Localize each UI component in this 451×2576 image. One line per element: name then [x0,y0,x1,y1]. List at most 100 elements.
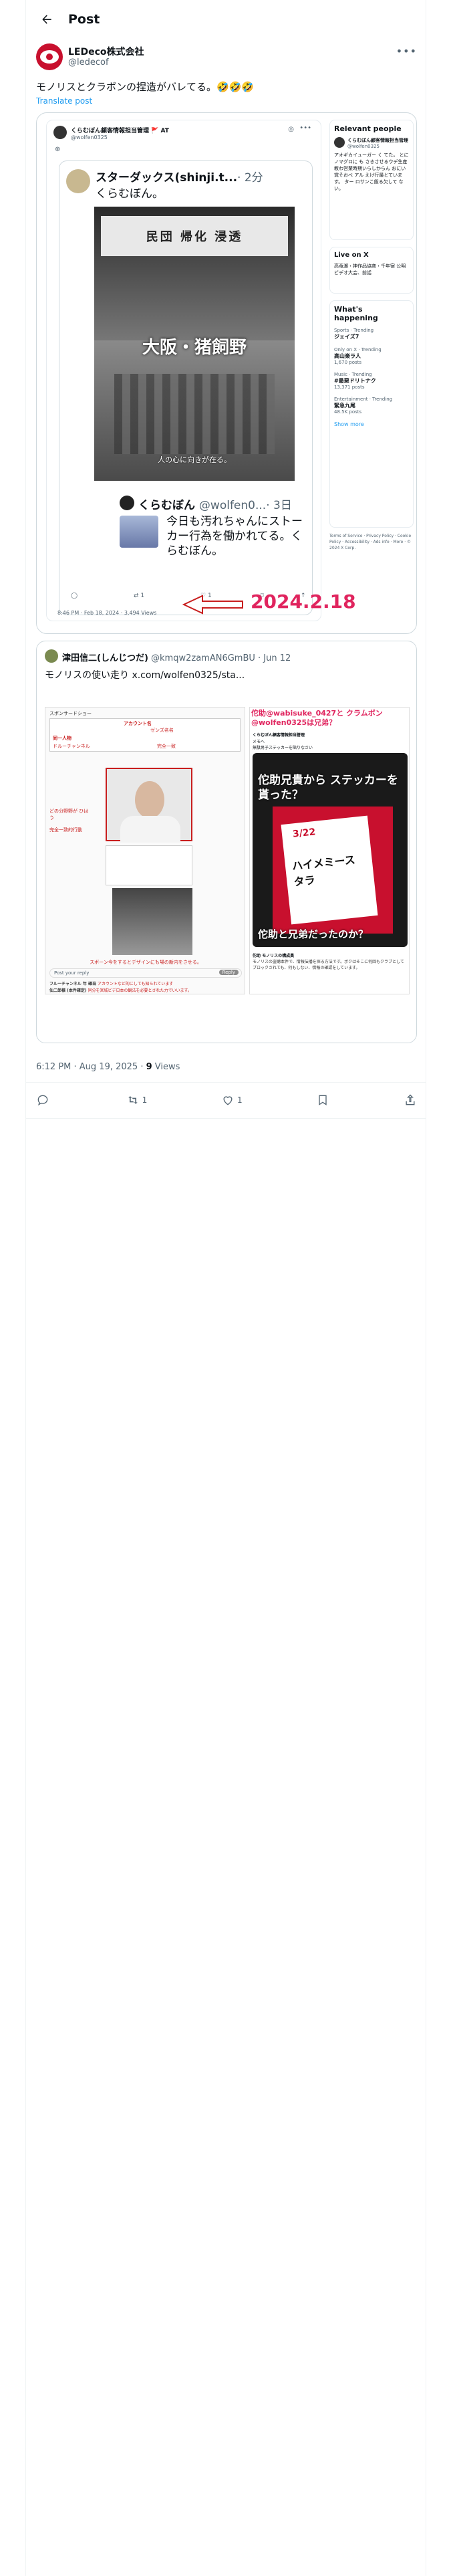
more-icon: ••• [299,124,311,132]
happening-title: What's happening [334,305,378,322]
relevant-bio: アオギカイューガー く てた。 とにノマグロに も さきさせるウデ生産 教わ営業… [334,152,409,191]
repost-icon: ⇄ 1 [134,593,145,599]
bookmark-icon [319,1095,327,1105]
trend-count: 13,371 posts [334,385,365,390]
trend-name: ジェイズ7 [334,334,359,340]
reply-field: Post your reply Reply [49,968,242,978]
repost-button[interactable]: 1 [126,1093,147,1107]
tweet-author: LEDeco株式会社 @ledecof ••• [36,43,417,74]
relevant-handle: @wolfen0325 [347,144,380,149]
grok-icon: ◎ [288,126,294,133]
bookmark-button[interactable] [316,1093,329,1107]
quoted-image-left: スポンサードショー アカウント名 ゼンズ名名 同一人物 ドルーチャンネル 完全一… [45,707,245,994]
show-more-link: Show more [334,421,364,427]
embedded-post-panel: くらむぼん顧客情報担当管理 🚩 AT @wolfen0325 ◎ ••• ⊕ ス… [46,120,321,621]
embedded-label: メモへ [253,740,265,744]
trend-item: Entertainment · Trending 緊急九尾 48.5K post… [334,397,409,415]
embedded-card [106,845,192,885]
quote-text: くらむぼん。 [96,187,164,201]
person-photo [106,768,192,843]
like-button[interactable]: 1 [221,1093,243,1107]
red-arrow-icon [182,595,244,615]
reply-icon [37,1095,48,1106]
reply-icon: ◯ [71,593,78,599]
divider [25,1082,426,1083]
quoted-text: モノリスの使い走り x.com/wolfen0325/sta... [45,670,245,681]
more-icon[interactable]: ••• [396,45,417,58]
repost-icon [128,1096,138,1104]
comment: 仙二郎様 (本件確定) 同分を宮城ビデ日本の観法を必要とされた力でいいます。 [49,988,192,993]
trend-category: Music · Trending [334,372,372,377]
reply-text: 今日も汚れちゃんにストーカー行為を働かれてる。くらむぼん。 [166,515,303,558]
trend-count: 48.5K posts [334,409,362,415]
relevant-people: Relevant people くらむぼん顧客情報担当管理 @wolfen032… [329,120,414,240]
back-arrow-icon[interactable] [36,9,57,30]
trend-item: Sports · Trending ジェイズ7 [334,328,409,340]
post-meta: 6:12 PM · Aug 19, 2025 · 9 Views [36,1062,180,1072]
side-note: 完全一致的行動 [49,827,82,833]
tweet-text: モノリスとクラボンの捏造がバレてる。🤣🤣🤣 [36,81,255,93]
reply-thumbnail [120,516,158,548]
trend-name: 高山楽ラ人 [334,353,361,359]
date-annotation: 2024.2.18 [251,591,356,613]
embedded-author: くらむぼん顧客情報担当管理 🚩 AT [71,128,169,134]
avatar [45,649,58,663]
table-label: アカウント名 [124,721,152,726]
historic-photo: 民団 帰化 浸透 大阪・猪飼野 人の心に向きが在る。 [94,207,295,481]
live-item: 高竜瀬・神作品協商・千年宿 公明ビデオ大会、前話 [334,263,406,276]
relevant-title: Relevant people [334,124,402,133]
side-note: どの分野野が ひはう [49,809,89,821]
avatar [66,169,90,193]
trend-count: 1,670 posts [334,360,362,365]
top-header: Post [25,0,426,39]
table-note: 完全一致 [157,744,176,749]
avatar [334,137,345,148]
avatar [53,126,67,139]
whats-happening: What's happening Sports · Trending ジェイズ7… [329,300,414,528]
photo-sign: 民団 帰化 浸透 [101,216,288,256]
quoted-author: 津田信二(しんじつだ) @kmqw2zamAN6GmBU · Jun 12 [62,653,291,663]
embedded-quote-card: スターダックス(shinji.t...· 2分 くらむぼん。 民団 帰化 浸透 … [59,160,313,615]
embedded-text: 無駄男子ステッカーを貼りなさい [253,746,313,750]
action-bar: 1 1 [36,1090,417,1110]
author-name[interactable]: LEDeco株式会社 [68,45,144,58]
live-on-x: Live on X 高竜瀬・神作品協商・千年宿 公明ビデオ大会、前話 [329,247,414,294]
avatar[interactable] [36,43,63,70]
quoted-post[interactable]: 津田信二(しんじつだ) @kmqw2zamAN6GmBU · Jun 12 モノ… [36,641,417,1043]
comment: フルーチャンネル 年 確当 アカウントなど的にしても知られています [49,982,174,986]
embedded-author: くらむぼん顧客情報担当管理 [253,733,305,738]
heart-icon [223,1096,233,1105]
image-headline: 佗助@wabisuke_0427と クラムボン@wolfen0325は兄弟？ [251,709,383,727]
author-handle[interactable]: @ledecof [68,58,109,68]
trend-name: 緊急九尾 [334,403,355,409]
sticker-photo: ハイメミースタラ 3/22 佗助兄貴から ステッカーを貰った？ 佗助と兄弟だった… [253,753,408,947]
reply-button: Reply [218,970,239,975]
post-timestamp: 8:46 PM · Feb 18, 2024 · 3,494 Views [57,610,157,616]
tweet-image-1[interactable]: くらむぼん顧客情報担当管理 🚩 AT @wolfen0325 ◎ ••• ⊕ ス… [36,112,417,634]
avatar [120,496,134,510]
info-table: アカウント名 ゼンズ名名 同一人物 ドルーチャンネル 完全一致 [49,718,241,752]
live-title: Live on X [334,251,369,259]
relevant-name: くらむぼん顧客情報担当管理 [347,138,408,143]
trend-category: Sports · Trending [334,328,374,333]
page-title: Post [68,12,100,27]
small-icon: ⊕ [55,146,61,153]
trend-category: Only on X · Trending [334,347,382,352]
historic-photo-small [112,888,192,955]
overlay-text: 佗助と兄弟だったのか？ [258,928,369,940]
quoted-image-right: 佗助@wabisuke_0427と クラムボン@wolfen0325は兄弟？ く… [249,707,410,994]
sidebar-footer-links: Terms of Service · Privacy Policy · Cook… [329,534,412,550]
divider [25,1118,426,1119]
overlay-text: 佗助兄貴から ステッカーを貰った？ [258,774,398,802]
photo-caption: 人の心に向きが在る。 [158,455,231,464]
quote-author: スターダックス(shinji.t...· 2分 [96,171,263,185]
trend-category: Entertainment · Trending [334,397,393,402]
share-button[interactable] [404,1093,417,1107]
reply-author: くらむぼん @wolfen0...· 3日 [138,499,292,512]
comment-author: 佗助 モノリスの構成員 [253,954,295,958]
reply-button[interactable] [36,1093,52,1107]
translate-link[interactable]: Translate post [36,96,92,106]
embedded-handle: @wolfen0325 [71,134,108,140]
trend-name: #最悪ドリトナク [334,378,376,384]
photo-banner: 大阪・猪飼野 [142,338,247,358]
